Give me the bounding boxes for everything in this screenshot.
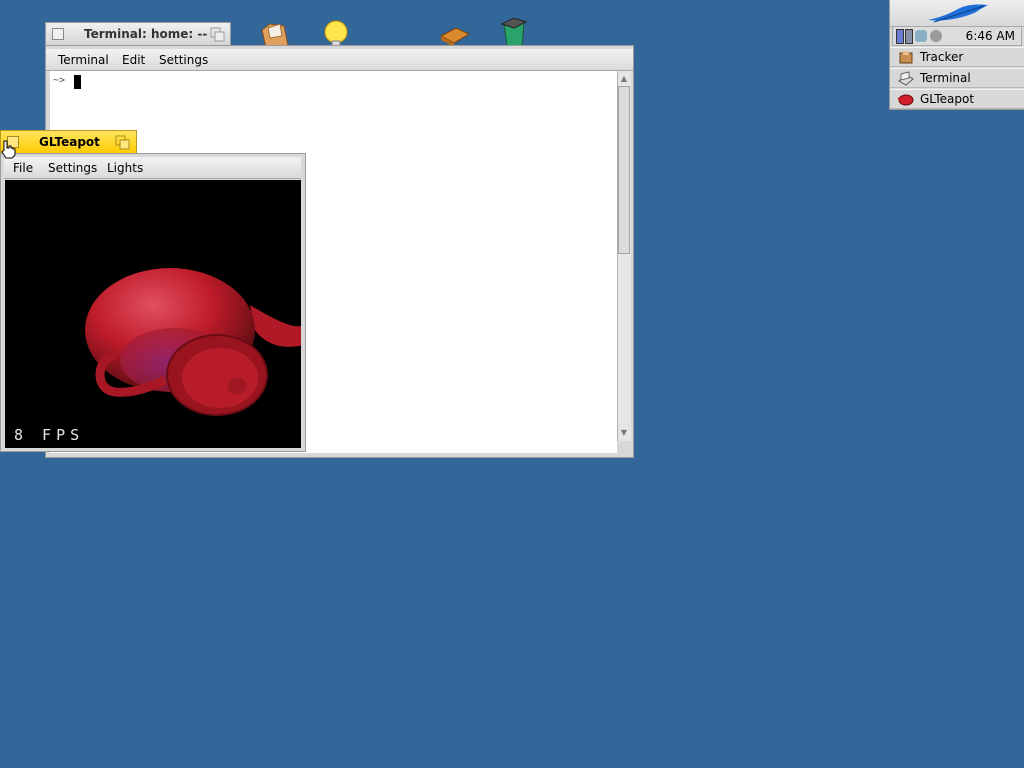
memory-icon[interactable] xyxy=(905,29,913,44)
menu-settings[interactable]: Settings xyxy=(159,53,208,67)
network-icon[interactable] xyxy=(915,30,927,42)
scrollbar-thumb[interactable] xyxy=(618,86,630,254)
deskbar-menu-button[interactable] xyxy=(890,0,1024,27)
fps-counter: 8 FPS xyxy=(14,426,85,444)
menu-file[interactable]: File xyxy=(13,161,33,175)
menu-terminal[interactable]: Terminal xyxy=(58,53,109,67)
menu-lights[interactable]: Lights xyxy=(107,161,143,175)
text-cursor xyxy=(74,75,81,89)
window-title: Terminal: home: -- xyxy=(84,27,208,41)
deskbar-item-label: Tracker xyxy=(920,50,964,64)
glteapot-menubar: File Settings Lights xyxy=(4,157,301,179)
zoom-icon[interactable] xyxy=(210,27,226,43)
deskbar-item-tracker[interactable]: Tracker xyxy=(890,47,1024,67)
terminal-prompt: ~> xyxy=(53,75,66,86)
deskbar: 6:46 AM Tracker Terminal GLTeapot xyxy=(889,0,1024,110)
terminal-menubar: Terminal Edit Settings xyxy=(46,49,633,71)
system-tray: 6:46 AM xyxy=(892,26,1022,46)
teapot-icon xyxy=(897,92,915,107)
deskbar-item-glteapot[interactable]: GLTeapot xyxy=(890,89,1024,109)
haiku-leaf-icon xyxy=(928,4,988,23)
zoom-icon[interactable] xyxy=(115,135,131,151)
volume-icon[interactable] xyxy=(930,30,942,42)
opengl-view[interactable] xyxy=(5,180,301,448)
terminal-icon xyxy=(897,71,915,86)
scroll-up-icon[interactable]: ▲ xyxy=(618,72,630,85)
deskbar-item-terminal[interactable]: Terminal xyxy=(890,68,1024,88)
clock[interactable]: 6:46 AM xyxy=(966,29,1015,43)
terminal-window-tab[interactable]: Terminal: home: -- xyxy=(45,22,231,46)
menu-settings[interactable]: Settings xyxy=(48,161,97,175)
workspace-icon[interactable] xyxy=(896,29,904,44)
scroll-down-icon[interactable]: ▼ xyxy=(618,426,630,439)
deskbar-item-label: GLTeapot xyxy=(920,92,975,106)
deskbar-item-label: Terminal xyxy=(920,71,971,85)
menu-edit[interactable]: Edit xyxy=(122,53,145,67)
glteapot-window-tab[interactable]: GLTeapot xyxy=(0,130,137,154)
tracker-icon xyxy=(897,50,915,65)
teapot-render xyxy=(85,268,301,416)
resize-corner[interactable] xyxy=(617,441,631,453)
window-title: GLTeapot xyxy=(39,135,100,149)
hand-cursor-icon xyxy=(0,139,18,159)
close-icon[interactable] xyxy=(52,28,64,40)
